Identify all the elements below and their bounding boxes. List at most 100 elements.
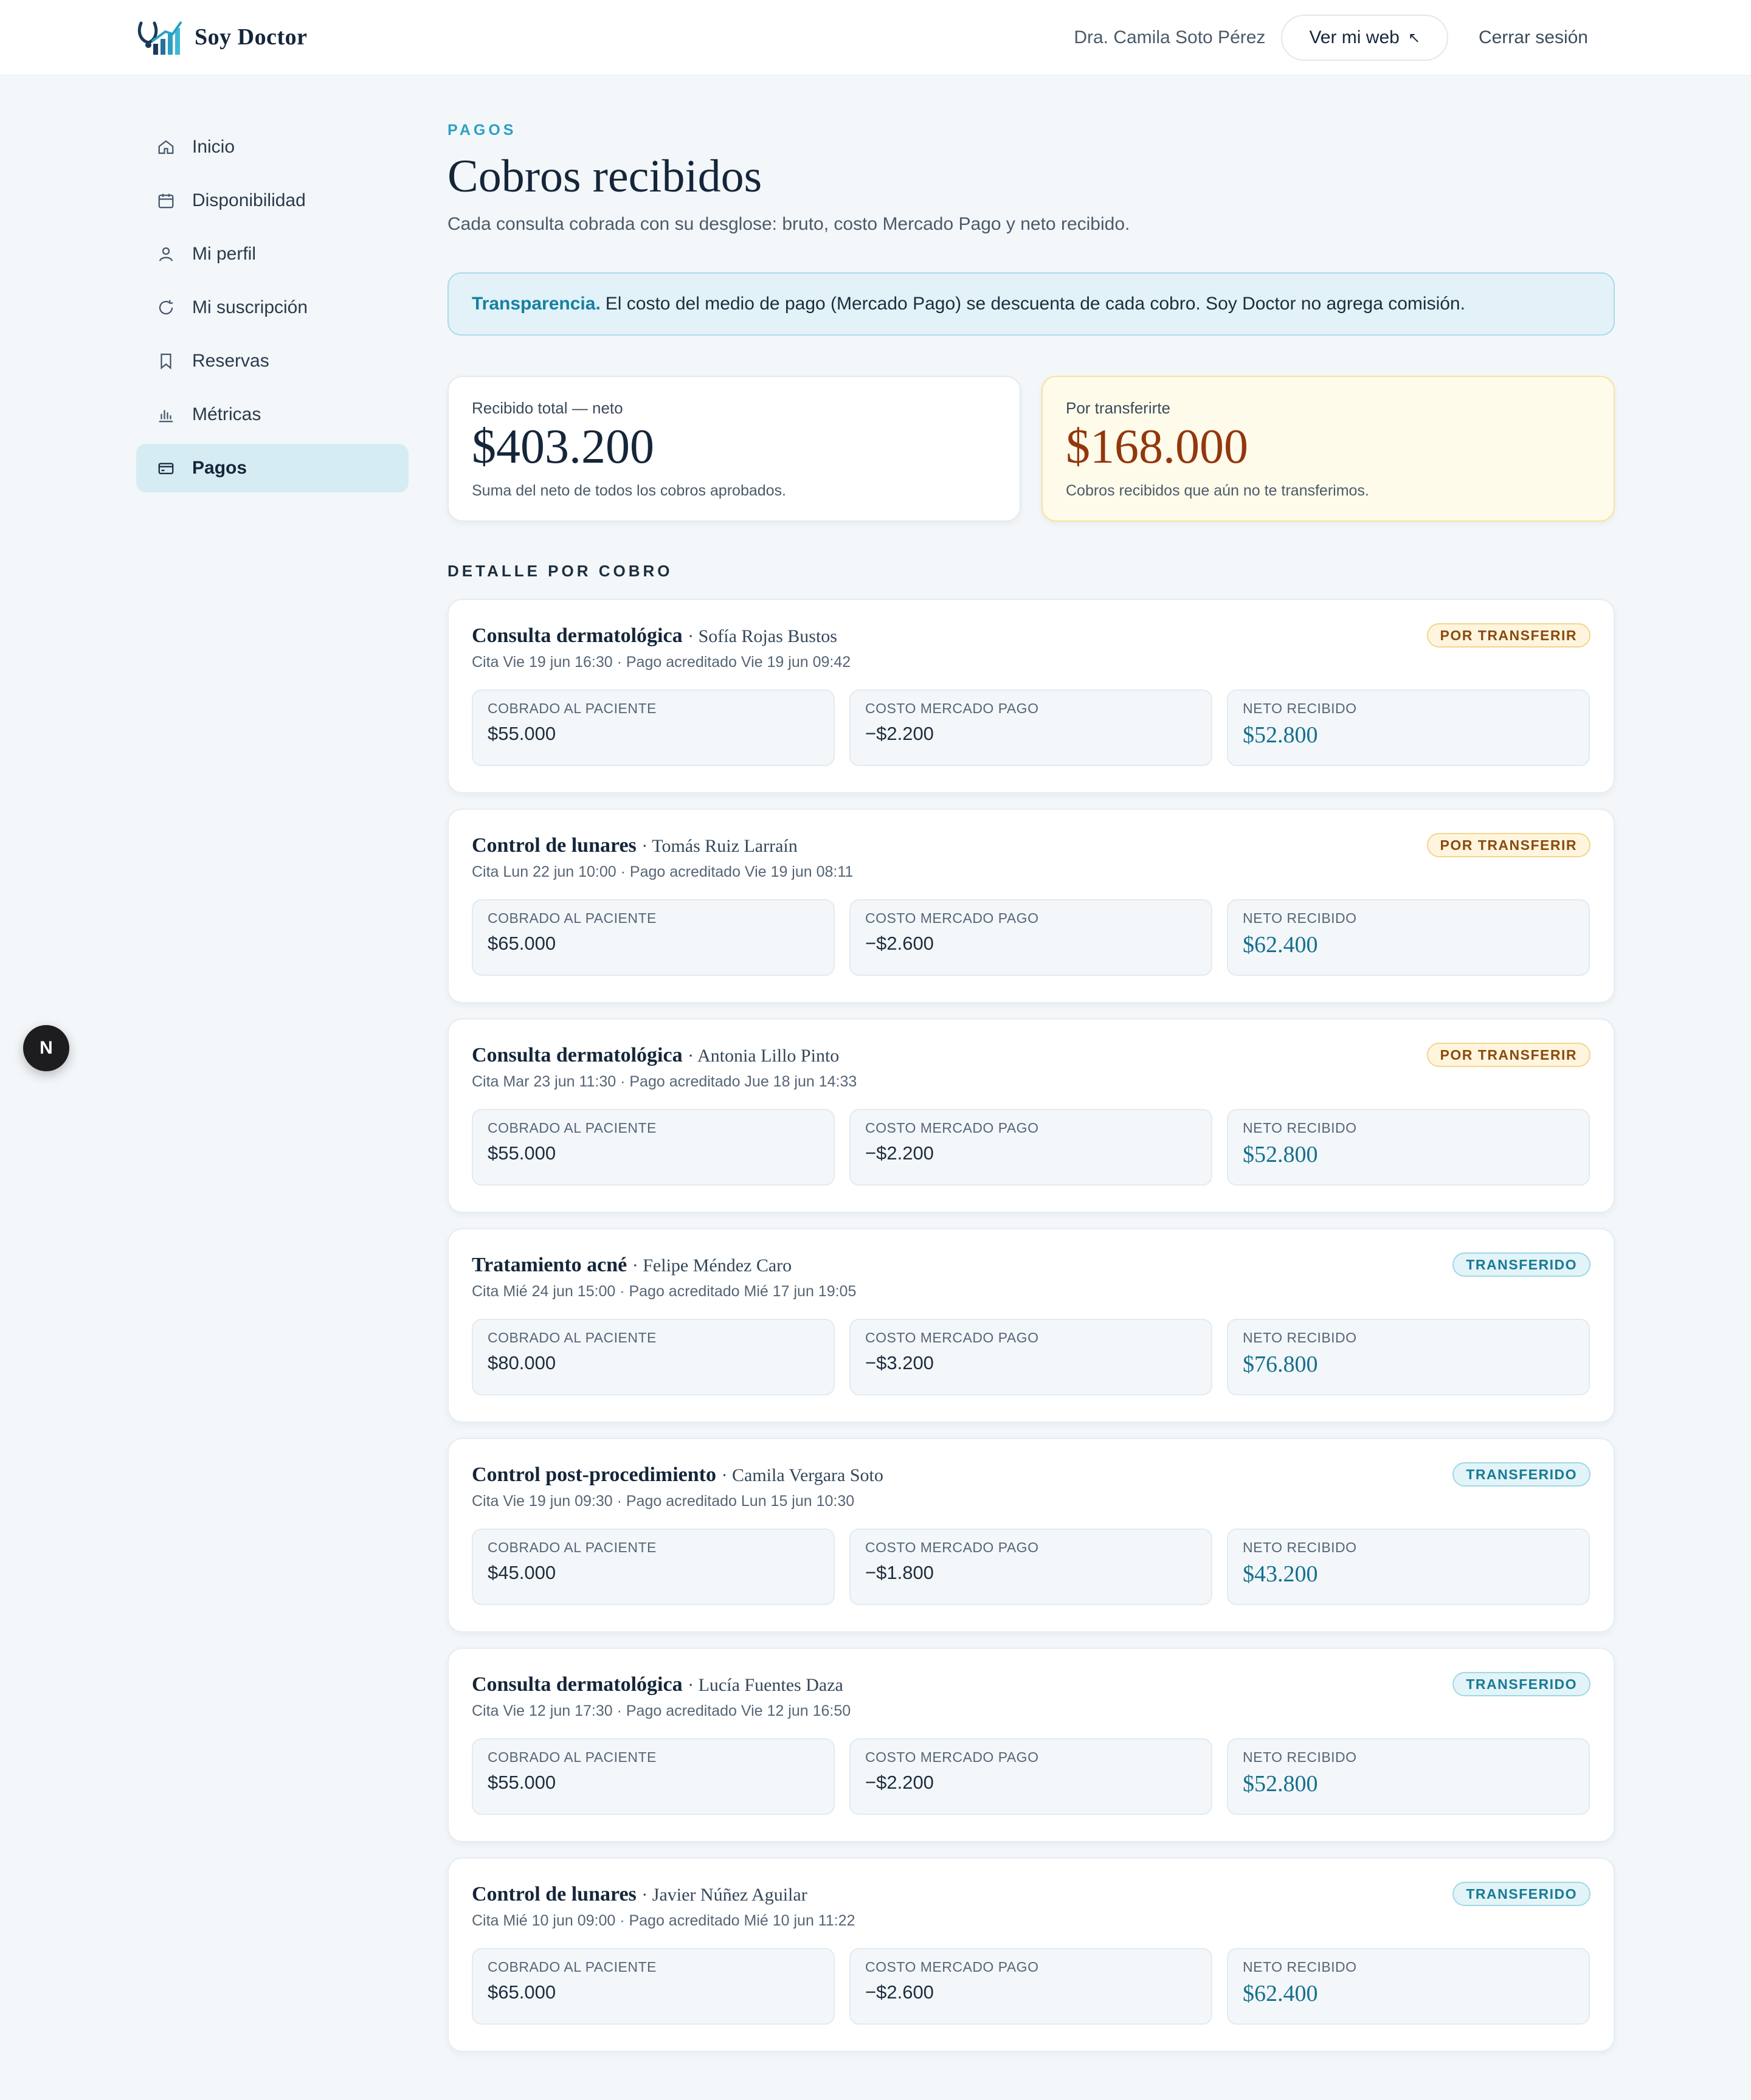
fee-label: COSTO MERCADO PAGO <box>865 910 1039 926</box>
fee-value: −$2.200 <box>865 1142 934 1164</box>
fee-label: COSTO MERCADO PAGO <box>865 700 1039 716</box>
charge-service: Control de lunares <box>472 1883 637 1905</box>
fee-amount-box: COSTO MERCADO PAGO −$1.800 <box>849 1528 1212 1605</box>
charge-meta: Cita Mié 24 jun 15:00 · Pago acreditado … <box>472 1283 857 1300</box>
net-value: $52.800 <box>1243 722 1318 748</box>
floating-n-button[interactable]: N <box>23 1025 69 1071</box>
status-badge: TRANSFERIDO <box>1452 1462 1590 1487</box>
total-net-card: Recibido total — neto $403.200 Suma del … <box>447 376 1021 522</box>
section-title: DETALLE POR COBRO <box>447 562 673 580</box>
net-amount-box: NETO RECIBIDO $43.200 <box>1227 1528 1590 1605</box>
gross-amount-box: COBRADO AL PACIENTE $55.000 <box>472 1738 835 1815</box>
fee-label: COSTO MERCADO PAGO <box>865 1959 1039 1975</box>
bookmark-icon <box>157 352 175 370</box>
sidebar-item-label: Mi suscripción <box>192 297 308 317</box>
charge-patient: Antonia Lillo Pinto <box>697 1046 840 1066</box>
charge-heading: Consulta dermatológica · Sofía Rojas Bus… <box>472 624 1590 648</box>
home-icon <box>157 138 175 156</box>
net-label: NETO RECIBIDO <box>1243 1330 1357 1345</box>
charge-patient: Tomás Ruiz Larraín <box>652 836 798 856</box>
separator-dot: · <box>688 1046 697 1066</box>
charge-card: Tratamiento acné · Felipe Méndez Caro Ci… <box>447 1228 1615 1423</box>
logout-button[interactable]: Cerrar sesión <box>1466 27 1600 48</box>
gross-amount-box: COBRADO AL PACIENTE $80.000 <box>472 1319 835 1395</box>
charge-heading: Control post-procedimiento · Camila Verg… <box>472 1463 1590 1487</box>
charge-service: Tratamiento acné <box>472 1254 627 1276</box>
net-label: NETO RECIBIDO <box>1243 1749 1357 1765</box>
transparency-notice: Transparencia. El costo del medio de pag… <box>447 272 1615 336</box>
brand[interactable]: Soy Doctor <box>135 17 307 57</box>
sidebar-item-metricas[interactable]: Métricas <box>136 390 409 439</box>
sidebar-item-reservas[interactable]: Reservas <box>136 337 409 385</box>
gross-value: $65.000 <box>488 1981 556 2003</box>
pending-transfer-card: Por transferirte $168.000 Cobros recibid… <box>1041 376 1615 522</box>
sidebar-item-label: Mi perfil <box>192 244 257 264</box>
notice-text: El costo del medio de pago (Mercado Pago… <box>605 294 1465 314</box>
net-amount-box: NETO RECIBIDO $52.800 <box>1227 1738 1590 1815</box>
fee-amount-box: COSTO MERCADO PAGO −$2.200 <box>849 1109 1212 1186</box>
sidebar: Inicio Disponibilidad Mi perfil Mi suscr… <box>136 123 409 497</box>
summary-cards: Recibido total — neto $403.200 Suma del … <box>447 376 1615 522</box>
charge-heading: Tratamiento acné · Felipe Méndez Caro <box>472 1254 1590 1277</box>
charge-amounts: COBRADO AL PACIENTE $55.000 COSTO MERCAD… <box>472 1738 1590 1815</box>
charge-patient: Sofía Rojas Bustos <box>698 626 837 646</box>
sidebar-item-inicio[interactable]: Inicio <box>136 123 409 171</box>
status-badge: POR TRANSFERIR <box>1426 623 1590 648</box>
charge-amounts: COBRADO AL PACIENTE $65.000 COSTO MERCAD… <box>472 1948 1590 2025</box>
charge-service: Control post-procedimiento <box>472 1463 717 1486</box>
sidebar-item-mi-perfil[interactable]: Mi perfil <box>136 230 409 278</box>
total-net-value: $403.200 <box>472 420 654 474</box>
sidebar-item-disponibilidad[interactable]: Disponibilidad <box>136 176 409 225</box>
refresh-icon <box>157 299 175 317</box>
gross-value: $65.000 <box>488 933 556 954</box>
page-subtitle: Cada consulta cobrada con su desglose: b… <box>447 214 1130 234</box>
sidebar-item-label: Disponibilidad <box>192 190 306 210</box>
net-value: $52.800 <box>1243 1142 1318 1167</box>
net-label: NETO RECIBIDO <box>1243 1120 1357 1136</box>
view-website-button[interactable]: Ver mi web ↖ <box>1281 15 1448 61</box>
net-amount-box: NETO RECIBIDO $62.400 <box>1227 1948 1590 2025</box>
fee-label: COSTO MERCADO PAGO <box>865 1330 1039 1345</box>
fee-value: −$2.200 <box>865 1772 934 1793</box>
fee-value: −$2.600 <box>865 1981 934 2003</box>
charge-meta: Cita Vie 12 jun 17:30 · Pago acreditado … <box>472 1702 851 1719</box>
separator-dot: · <box>632 1256 643 1276</box>
fee-amount-box: COSTO MERCADO PAGO −$2.600 <box>849 1948 1212 2025</box>
net-value: $62.400 <box>1243 932 1318 958</box>
charge-amounts: COBRADO AL PACIENTE $45.000 COSTO MERCAD… <box>472 1528 1590 1605</box>
pending-transfer-note: Cobros recibidos que aún no te transferi… <box>1066 482 1369 499</box>
charge-service: Consulta dermatológica <box>472 1044 683 1066</box>
charge-card: Consulta dermatológica · Sofía Rojas Bus… <box>447 599 1615 793</box>
net-amount-box: NETO RECIBIDO $76.800 <box>1227 1319 1590 1395</box>
fee-amount-box: COSTO MERCADO PAGO −$2.200 <box>849 1738 1212 1815</box>
doctor-name: Dra. Camila Soto Pérez <box>1074 27 1266 47</box>
charge-patient: Javier Núñez Aguilar <box>652 1885 807 1905</box>
fee-value: −$2.600 <box>865 933 934 954</box>
charge-service: Consulta dermatológica <box>472 624 683 647</box>
net-label: NETO RECIBIDO <box>1243 1959 1357 1975</box>
total-net-note: Suma del neto de todos los cobros aproba… <box>472 482 787 499</box>
page-eyebrow: PAGOS <box>447 122 517 139</box>
brand-name: Soy Doctor <box>195 24 308 50</box>
fee-amount-box: COSTO MERCADO PAGO −$2.600 <box>849 899 1212 976</box>
sidebar-item-label: Reservas <box>192 351 269 371</box>
charge-patient: Felipe Méndez Caro <box>643 1256 792 1276</box>
sidebar-item-mi-suscripcion[interactable]: Mi suscripción <box>136 283 409 332</box>
net-label: NETO RECIBIDO <box>1243 1539 1357 1555</box>
fee-value: −$3.200 <box>865 1352 934 1373</box>
status-badge: TRANSFERIDO <box>1452 1672 1590 1696</box>
net-amount-box: NETO RECIBIDO $62.400 <box>1227 899 1590 976</box>
page-title: Cobros recibidos <box>447 151 762 202</box>
gross-label: COBRADO AL PACIENTE <box>488 1749 657 1765</box>
fee-value: −$2.200 <box>865 723 934 744</box>
separator-dot: · <box>721 1465 733 1485</box>
status-badge: POR TRANSFERIR <box>1426 1043 1590 1067</box>
gross-label: COBRADO AL PACIENTE <box>488 1120 657 1136</box>
bar-chart-icon <box>157 406 175 424</box>
sidebar-item-pagos[interactable]: Pagos <box>136 444 409 492</box>
charge-service: Consulta dermatológica <box>472 1673 683 1696</box>
charge-card: Control post-procedimiento · Camila Verg… <box>447 1438 1615 1632</box>
gross-label: COBRADO AL PACIENTE <box>488 1959 657 1975</box>
gross-value: $80.000 <box>488 1352 556 1373</box>
pending-transfer-value: $168.000 <box>1066 420 1248 474</box>
